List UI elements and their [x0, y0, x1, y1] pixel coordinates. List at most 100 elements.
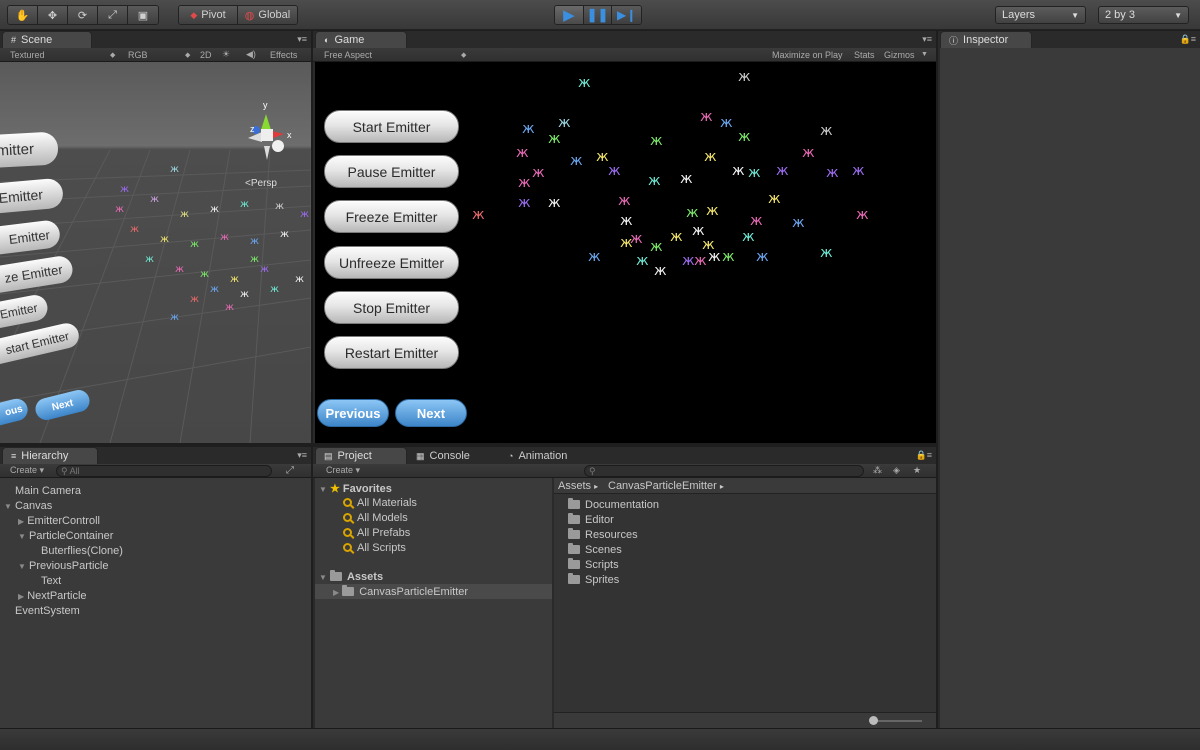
- rotate-tool-button[interactable]: ⟳: [68, 6, 98, 24]
- layers-dropdown[interactable]: Layers ▼: [995, 6, 1086, 24]
- render-mode-dropdown[interactable]: RGB: [128, 50, 148, 60]
- breadcrumb-assets[interactable]: Assets ▸: [558, 480, 598, 492]
- collapse-arrow-icon[interactable]: ▶: [18, 517, 24, 526]
- scene-filter-icon[interactable]: ⤢: [286, 465, 294, 476]
- asset-folder-item[interactable]: Sprites: [568, 573, 619, 586]
- svg-text:ж: ж: [300, 209, 309, 220]
- collapse-arrow-icon[interactable]: ▶: [18, 592, 24, 601]
- panel-menu-icon[interactable]: ▾≡: [922, 34, 932, 45]
- panel-menu-icon[interactable]: ▾≡: [297, 34, 307, 45]
- project-search-input[interactable]: ⚲: [584, 465, 864, 477]
- layout-dropdown[interactable]: 2 by 3 ▼: [1098, 6, 1189, 24]
- svg-text:ж: ж: [578, 75, 591, 91]
- favorite-item[interactable]: All Scripts: [343, 542, 406, 554]
- hierarchy-item[interactable]: Buterflies(Clone): [41, 545, 123, 557]
- tab-animation[interactable]: ◔ Animation: [499, 447, 591, 464]
- pivot-button[interactable]: ◆ Pivot: [179, 6, 239, 24]
- expand-arrow-icon[interactable]: ▼: [4, 502, 12, 511]
- rect-tool-button[interactable]: ▣: [128, 6, 158, 24]
- pause-emitter-button[interactable]: Pause Emitter: [324, 155, 459, 188]
- stats-toggle[interactable]: Stats: [854, 50, 875, 60]
- hierarchy-item[interactable]: ▶ EmitterControll: [18, 515, 100, 527]
- tab-inspector[interactable]: ⓘ Inspector: [940, 31, 1032, 48]
- tab-project[interactable]: ▤ Project: [315, 447, 407, 464]
- favorite-item[interactable]: All Models: [343, 512, 408, 524]
- scene-viewport[interactable]: mitter Emitter Emitter ze Emitter p Emit…: [0, 62, 311, 443]
- asset-folder-item[interactable]: ▶ CanvasParticleEmitter: [333, 585, 468, 598]
- star-icon[interactable]: ★: [913, 465, 921, 476]
- lock-icon[interactable]: 🔒≡: [1180, 34, 1196, 45]
- expand-arrow-icon[interactable]: ▼: [319, 485, 327, 494]
- tab-hierarchy[interactable]: ≡ Hierarchy: [2, 447, 98, 464]
- unfreeze-emitter-button[interactable]: Unfreeze Emitter: [324, 246, 459, 279]
- pause-button[interactable]: ❚❚: [583, 6, 613, 24]
- hierarchy-item[interactable]: Text: [41, 575, 61, 587]
- freeze-emitter-button[interactable]: Freeze Emitter: [324, 200, 459, 233]
- project-tabbar: ▤ Project ▦ Console ◔ Animation 🔒≡: [313, 447, 936, 464]
- create-dropdown[interactable]: Create ▾: [10, 465, 44, 476]
- light-icon[interactable]: ☀: [222, 49, 230, 60]
- search-icon: [343, 528, 352, 537]
- step-button[interactable]: ▶❙: [612, 6, 641, 24]
- lock-icon[interactable]: 🔒≡: [916, 450, 932, 461]
- tab-console[interactable]: ▦ Console: [407, 447, 499, 464]
- game-icon: ◐: [324, 35, 330, 45]
- asset-folder-item[interactable]: Scripts: [568, 558, 619, 571]
- svg-text:ж: ж: [650, 133, 663, 149]
- hierarchy-item[interactable]: ▶ NextParticle: [18, 590, 87, 602]
- slider-handle[interactable]: [869, 716, 878, 725]
- console-icon: ▦: [416, 450, 425, 461]
- previous-button[interactable]: Previous: [317, 399, 389, 427]
- asset-folder-item[interactable]: Documentation: [568, 498, 659, 511]
- favorite-item[interactable]: All Materials: [343, 497, 417, 509]
- asset-folder-item[interactable]: Resources: [568, 528, 638, 541]
- expand-arrow-icon[interactable]: ▼: [18, 562, 26, 571]
- start-emitter-button[interactable]: Start Emitter: [324, 110, 459, 143]
- panel-menu-icon[interactable]: ▾≡: [297, 450, 307, 461]
- persp-label[interactable]: <Persp: [245, 178, 277, 189]
- hierarchy-item[interactable]: ▼ ParticleContainer: [18, 530, 113, 542]
- svg-text:ж: ж: [190, 239, 199, 250]
- next-button[interactable]: Next: [395, 399, 467, 427]
- hierarchy-item[interactable]: ▼ Canvas: [4, 500, 52, 512]
- move-tool-button[interactable]: ✥: [38, 6, 68, 24]
- effects-dropdown[interactable]: Effects: [270, 50, 297, 60]
- svg-text:ж: ж: [654, 263, 667, 279]
- stop-emitter-button[interactable]: Stop Emitter: [324, 291, 459, 324]
- expand-arrow-icon[interactable]: ▼: [18, 532, 26, 541]
- tab-game[interactable]: ◐ Game: [315, 31, 407, 48]
- asset-folder-item[interactable]: Editor: [568, 513, 614, 526]
- hierarchy-item[interactable]: Main Camera: [15, 485, 81, 497]
- restart-emitter-button[interactable]: Restart Emitter: [324, 336, 459, 369]
- favorite-item[interactable]: All Prefabs: [343, 527, 410, 539]
- maximize-on-play-toggle[interactable]: Maximize on Play: [772, 50, 843, 60]
- filter-type-icon[interactable]: ⁂: [873, 465, 882, 476]
- assets-folder[interactable]: ▼ Assets: [319, 570, 383, 583]
- global-label: Global: [258, 9, 291, 21]
- gizmos-dropdown[interactable]: Gizmos: [884, 50, 915, 60]
- main-toolbar: ✋ ✥ ⟳ ⤢ ▣ ◆ Pivot ◍ Global ▶ ❚❚ ▶❙ Layer…: [0, 0, 1200, 30]
- hierarchy-search-input[interactable]: ⚲ All: [56, 465, 272, 477]
- hand-tool-button[interactable]: ✋: [8, 6, 38, 24]
- scale-tool-button[interactable]: ⤢: [98, 6, 128, 24]
- hierarchy-item[interactable]: ▼ PreviousParticle: [18, 560, 108, 572]
- scene-icon: #: [11, 35, 17, 45]
- chevron-right-icon: ▸: [594, 482, 599, 491]
- 2d-toggle[interactable]: 2D: [200, 50, 212, 60]
- global-button[interactable]: ◍ Global: [238, 6, 297, 24]
- create-dropdown[interactable]: Create ▾: [326, 465, 360, 476]
- aspect-dropdown[interactable]: Free Aspect: [324, 50, 372, 60]
- tab-scene[interactable]: # Scene: [2, 31, 92, 48]
- audio-icon[interactable]: ◀): [246, 49, 256, 60]
- asset-folder-item[interactable]: Scenes: [568, 543, 622, 556]
- breadcrumb-folder[interactable]: CanvasParticleEmitter ▸: [608, 480, 724, 492]
- play-button[interactable]: ▶: [555, 6, 584, 24]
- expand-arrow-icon[interactable]: ▼: [319, 573, 327, 582]
- icon-size-slider[interactable]: [872, 720, 922, 722]
- shading-dropdown[interactable]: Textured: [10, 50, 45, 60]
- favorites-folder[interactable]: ▼ ★ Favorites: [319, 482, 392, 495]
- filter-label-icon[interactable]: ◈: [893, 465, 900, 476]
- pause-icon: ❚❚: [586, 7, 609, 22]
- collapse-arrow-icon[interactable]: ▶: [333, 588, 339, 597]
- hierarchy-item[interactable]: EventSystem: [15, 605, 80, 617]
